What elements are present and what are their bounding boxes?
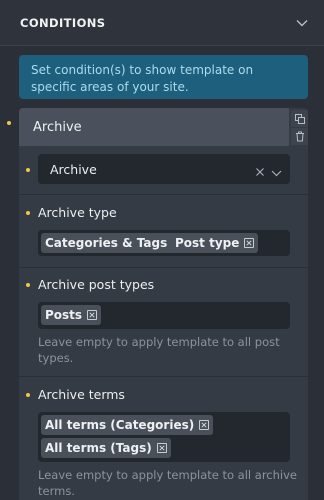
archive-post-types-help: Leave empty to apply template to all pos…	[38, 335, 280, 365]
field-indicator-dot	[26, 211, 30, 215]
archive-terms-label: Archive terms	[38, 387, 125, 402]
chevron-down-icon[interactable]	[271, 162, 282, 181]
condition-card-title: Archive	[19, 108, 289, 146]
panel-title: CONDITIONS	[20, 15, 106, 30]
tag-posts[interactable]: Posts	[41, 305, 102, 325]
condition-indicator-dot	[7, 121, 11, 125]
tag-post-type[interactable]: Post type	[171, 233, 259, 253]
field-indicator-dot	[26, 393, 30, 397]
tag-all-terms-tags[interactable]: All terms (Tags)	[41, 438, 171, 458]
field-indicator-dot	[26, 168, 30, 172]
conditions-header[interactable]: CONDITIONS	[0, 0, 324, 46]
divider	[19, 376, 308, 377]
delete-button[interactable]	[291, 128, 308, 145]
archive-select-value: Archive	[50, 162, 97, 177]
chevron-down-icon[interactable]	[294, 15, 310, 31]
archive-post-types-label: Archive post types	[38, 277, 155, 292]
field-indicator-dot	[26, 283, 30, 287]
info-notice: Set condition(s) to show template on spe…	[19, 55, 308, 99]
remove-tag-icon[interactable]	[87, 310, 98, 320]
clear-icon[interactable]	[255, 162, 265, 181]
archive-type-label: Archive type	[38, 205, 117, 220]
archive-terms-help: Leave empty to apply template to all arc…	[38, 468, 297, 498]
archive-select[interactable]: Archive	[38, 154, 290, 184]
remove-tag-icon[interactable]	[199, 420, 210, 430]
tag-categories-tags[interactable]: Categories & Tags	[41, 233, 187, 253]
copy-icon	[294, 109, 305, 128]
remove-tag-icon[interactable]	[156, 443, 167, 453]
remove-tag-icon[interactable]	[244, 238, 255, 248]
divider	[19, 267, 308, 268]
condition-card: Archive Archive Archive type Categories …	[19, 108, 308, 500]
archive-post-types-multiselect[interactable]: Posts	[38, 302, 290, 329]
archive-terms-multiselect[interactable]: All terms (Categories) All terms (Tags)	[38, 412, 290, 462]
tag-all-terms-categories[interactable]: All terms (Categories)	[41, 415, 214, 435]
duplicate-button[interactable]	[291, 110, 308, 127]
divider	[19, 194, 308, 195]
archive-type-multiselect[interactable]: Categories & Tags Post type	[38, 230, 290, 256]
trash-icon	[295, 127, 305, 146]
